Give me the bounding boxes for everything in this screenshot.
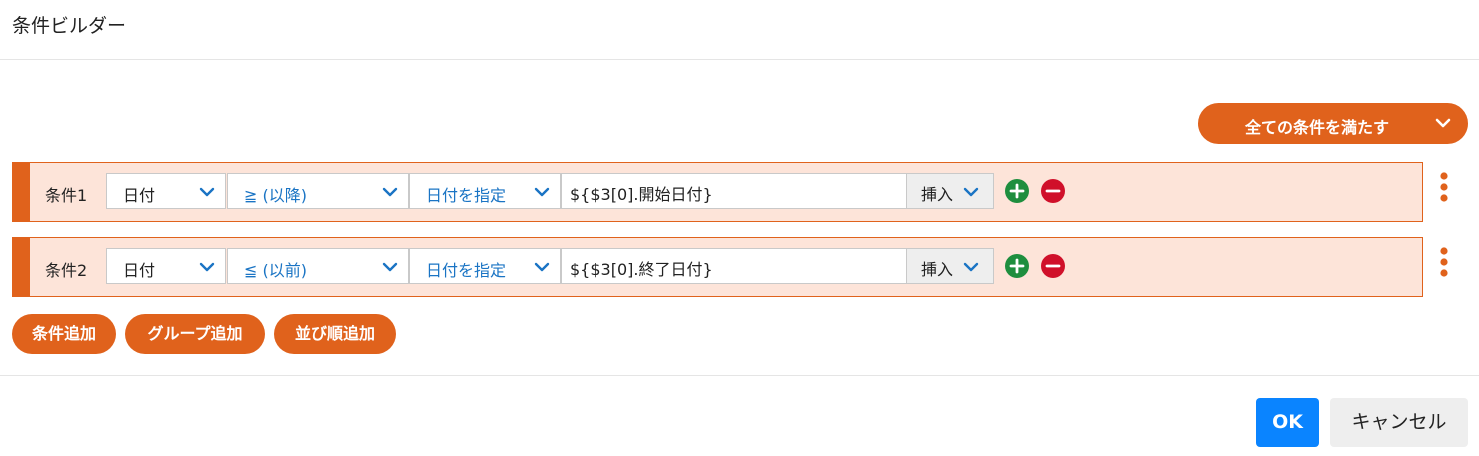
condition-label: 条件1	[45, 186, 88, 205]
insert-label: 挿入	[921, 260, 954, 279]
field-select[interactable]: 日付	[106, 248, 226, 284]
remove-condition-icon[interactable]	[1041, 179, 1065, 203]
add-sort-order-button[interactable]: 並び順追加	[274, 314, 396, 354]
field-select[interactable]: 日付	[106, 173, 226, 209]
chevron-down-icon	[199, 187, 215, 197]
chevron-down-icon	[382, 187, 398, 197]
operator-select-value: ≧ (以降)	[244, 186, 307, 205]
chevron-down-icon	[534, 262, 550, 272]
condition-label: 条件2	[45, 261, 88, 280]
add-condition-icon[interactable]	[1005, 254, 1029, 278]
chevron-down-icon	[963, 187, 979, 197]
value-mode-select[interactable]: 日付を指定	[409, 173, 561, 209]
chevron-down-icon	[963, 262, 979, 272]
dialog-title: 条件ビルダー	[12, 15, 127, 37]
add-condition-icon[interactable]	[1005, 179, 1029, 203]
cancel-button[interactable]: キャンセル	[1330, 398, 1468, 447]
add-condition-button[interactable]: 条件追加	[12, 314, 116, 354]
operator-select[interactable]: ≧ (以降)	[227, 173, 409, 209]
operator-select-value: ≦ (以前)	[244, 261, 307, 280]
match-mode-dropdown[interactable]: 全ての条件を満たす	[1198, 103, 1468, 144]
dialog-header: 条件ビルダー	[0, 0, 1479, 60]
field-select-value: 日付	[123, 186, 156, 205]
remove-condition-icon[interactable]	[1041, 254, 1065, 278]
chevron-down-icon	[382, 262, 398, 272]
chevron-down-icon	[199, 262, 215, 272]
add-group-button[interactable]: グループ追加	[125, 314, 265, 354]
ok-button[interactable]: OK	[1256, 398, 1319, 447]
dialog-footer: OK キャンセル	[0, 375, 1479, 456]
value-mode-select[interactable]: 日付を指定	[409, 248, 561, 284]
chevron-down-icon	[534, 187, 550, 197]
condition-row-2: 条件2 日付 ≦ (以前) 日付を指定 ${$3[0].終了日付} 挿入	[12, 237, 1423, 297]
chevron-down-icon	[1435, 118, 1451, 128]
value-mode-select-value: 日付を指定	[426, 261, 507, 280]
field-select-value: 日付	[123, 261, 156, 280]
value-mode-select-value: 日付を指定	[426, 186, 507, 205]
insert-label: 挿入	[921, 185, 954, 204]
more-options-icon[interactable]	[1437, 172, 1451, 206]
value-input[interactable]: ${$3[0].終了日付}	[561, 248, 907, 284]
insert-dropdown[interactable]: 挿入	[906, 248, 994, 284]
more-options-icon[interactable]	[1437, 247, 1451, 281]
insert-dropdown[interactable]: 挿入	[906, 173, 994, 209]
match-mode-label: 全ての条件を満たす	[1245, 118, 1390, 137]
operator-select[interactable]: ≦ (以前)	[227, 248, 409, 284]
value-input[interactable]: ${$3[0].開始日付}	[561, 173, 907, 209]
condition-row-1: 条件1 日付 ≧ (以降) 日付を指定 ${$3[0].開始日付} 挿入	[12, 162, 1423, 222]
